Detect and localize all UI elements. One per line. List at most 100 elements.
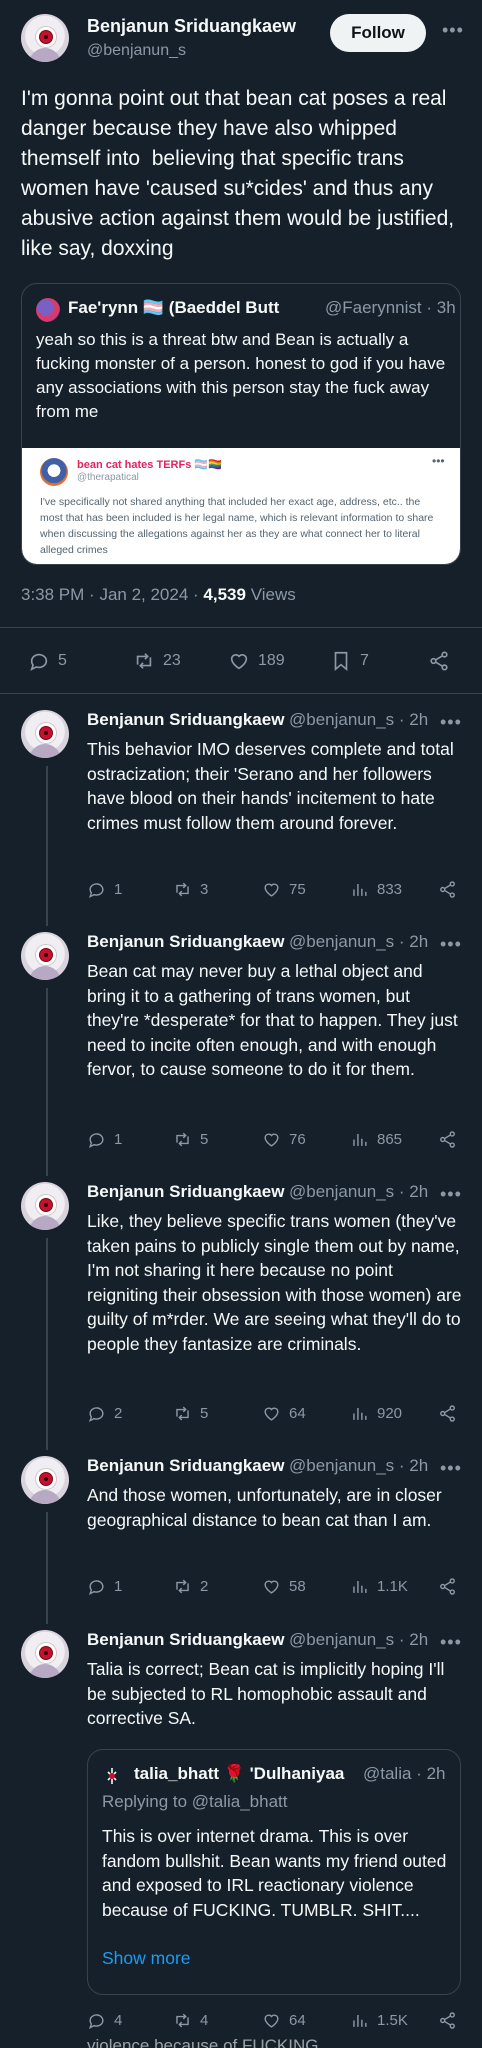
quoted-author-avatar[interactable] — [102, 1766, 122, 1786]
more-dots-icon[interactable]: ••• — [440, 712, 462, 733]
screenshot-more-icon: ••• — [432, 454, 445, 468]
author-avatar[interactable] — [21, 14, 69, 62]
reply-avatar[interactable] — [21, 1456, 69, 1504]
screenshot-avatar — [40, 458, 68, 486]
share-button[interactable] — [438, 1130, 457, 1149]
author-handle[interactable]: @benjanun_s — [87, 42, 186, 60]
reply-avatar[interactable] — [21, 932, 69, 980]
more-dots-icon[interactable]: ••• — [440, 1632, 462, 1653]
reply-button[interactable]: 1 — [87, 1577, 122, 1596]
share-icon — [440, 881, 455, 898]
retweet-button[interactable]: 5 — [173, 1130, 208, 1149]
views-icon — [353, 1407, 367, 1420]
reply-text: This behavior IMO deserves complete and … — [87, 739, 454, 833]
thread-line — [46, 1238, 48, 1450]
views-count: 4,539 — [203, 585, 246, 604]
quoted-author-avatar[interactable] — [36, 298, 60, 322]
heart-icon — [264, 2014, 279, 2028]
reply-text: Talia is correct; Bean cat is implicitly… — [87, 1659, 445, 1728]
screenshot-author-name: bean cat hates TERFs 🏳️‍⚧️🏳️‍🌈 — [77, 459, 222, 471]
share-button[interactable] — [438, 1404, 457, 1423]
heart-icon — [230, 654, 248, 670]
like-button[interactable]: 189 — [228, 650, 285, 672]
reply-avatar[interactable] — [21, 710, 69, 758]
tweet-time[interactable]: 3:38 PM — [21, 585, 84, 604]
share-button[interactable] — [438, 1577, 457, 1596]
embedded-screenshot[interactable]: bean cat hates TERFs 🏳️‍⚧️🏳️‍🌈 @therapat… — [22, 448, 460, 564]
quoted-tweet-text: yeah so this is a threat btw and Bean is… — [36, 330, 446, 421]
views-icon — [353, 883, 367, 896]
reply-author-name[interactable]: Benjanun Sriduangkaew — [87, 710, 287, 730]
divider — [0, 627, 482, 628]
reply-author-meta: @benjanun_s · 2h — [289, 932, 429, 951]
like-button[interactable]: 64 — [262, 2011, 306, 2030]
tweet-meta: 3:38 PM · Jan 2, 2024 · 4,539 Views — [21, 585, 296, 604]
reply-author-meta: @benjanun_s · 2h — [289, 1456, 429, 1475]
quoted-author-name[interactable]: Fae'rynn 🏳️‍⚧️ (Baeddel Butt — [68, 298, 279, 318]
author-name[interactable]: Benjanun Sriduangkaew — [87, 16, 296, 37]
retweet-icon — [136, 653, 152, 669]
share-icon — [440, 1405, 455, 1422]
heart-icon — [264, 1133, 279, 1147]
show-more-link[interactable]: Show more — [102, 1948, 191, 1969]
reply-icon — [88, 1407, 104, 1423]
retweet-button[interactable]: 3 — [173, 880, 208, 899]
thread-line — [46, 766, 48, 926]
reply-button[interactable]: 4 — [87, 2011, 122, 2030]
quoted-author-handle: @Faerynnist · 3h — [325, 298, 456, 317]
views-button[interactable]: 833 — [350, 880, 402, 899]
like-button[interactable]: 58 — [262, 1577, 306, 1596]
share-button[interactable] — [428, 650, 450, 672]
views-button[interactable]: 865 — [350, 1130, 402, 1149]
views-button[interactable]: 1.5K — [350, 2011, 408, 2030]
share-button[interactable] — [438, 880, 457, 899]
quoted-tweet-card[interactable]: Fae'rynn 🏳️‍⚧️ (Baeddel Butt @Faerynnist… — [21, 283, 461, 565]
more-dots-icon[interactable]: ••• — [440, 1458, 462, 1479]
reply-author-meta: @benjanun_s · 2h — [289, 1630, 429, 1649]
more-dots-icon[interactable]: ••• — [442, 20, 464, 41]
retweet-button[interactable]: 23 — [133, 650, 181, 672]
reply-button[interactable]: 1 — [87, 880, 122, 899]
views-button[interactable]: 1.1K — [350, 1577, 408, 1596]
reply-avatar[interactable] — [21, 1630, 69, 1678]
reply-button[interactable]: 5 — [28, 650, 67, 672]
reply-author-name[interactable]: Benjanun Sriduangkaew — [87, 1182, 287, 1202]
quoted-author-name[interactable]: talia_bhatt 🌹 'Dulhaniyaa — [134, 1764, 359, 1784]
like-button[interactable]: 76 — [262, 1130, 306, 1149]
retweet-button[interactable]: 4 — [173, 2011, 208, 2030]
views-button[interactable]: 920 — [350, 1404, 402, 1423]
share-icon — [440, 1578, 455, 1595]
retweet-button[interactable]: 5 — [173, 1404, 208, 1423]
reply-button[interactable]: 2 — [87, 1404, 122, 1423]
heart-icon — [264, 1407, 279, 1421]
reply-author-meta: @benjanun_s · 2h — [289, 710, 429, 729]
tweet-date[interactable]: Jan 2, 2024 — [99, 585, 188, 604]
tweet-text: I'm gonna point out that bean cat poses … — [21, 87, 460, 260]
retweet-icon — [176, 1132, 189, 1147]
heart-icon — [264, 1580, 279, 1594]
thread-line — [46, 1512, 48, 1624]
retweet-icon — [176, 2013, 189, 2028]
reply-author-meta: @benjanun_s · 2h — [289, 1182, 429, 1201]
follow-button[interactable]: Follow — [330, 14, 426, 52]
reply-author-name[interactable]: Benjanun Sriduangkaew — [87, 932, 287, 952]
reply-icon — [88, 1133, 104, 1149]
views-icon — [353, 1580, 367, 1593]
like-button[interactable]: 64 — [262, 1404, 306, 1423]
more-dots-icon[interactable]: ••• — [440, 934, 462, 955]
reply-author-name[interactable]: Benjanun Sriduangkaew — [87, 1630, 287, 1650]
bookmark-button[interactable]: 7 — [330, 650, 369, 672]
quoted-tweet-card[interactable]: talia_bhatt 🌹 'Dulhaniyaa @talia · 2h Re… — [87, 1749, 461, 1995]
views-icon — [353, 2014, 367, 2027]
reply-author-name[interactable]: Benjanun Sriduangkaew — [87, 1456, 287, 1476]
like-button[interactable]: 75 — [262, 880, 306, 899]
replying-to[interactable]: Replying to @talia_bhatt — [102, 1792, 287, 1812]
reply-avatar[interactable] — [21, 1182, 69, 1230]
retweet-button[interactable]: 2 — [173, 1577, 208, 1596]
more-dots-icon[interactable]: ••• — [440, 1184, 462, 1205]
divider — [0, 693, 482, 694]
share-icon — [430, 651, 448, 671]
retweet-icon — [176, 1406, 189, 1421]
reply-button[interactable]: 1 — [87, 1130, 122, 1149]
share-button[interactable] — [438, 2011, 457, 2030]
